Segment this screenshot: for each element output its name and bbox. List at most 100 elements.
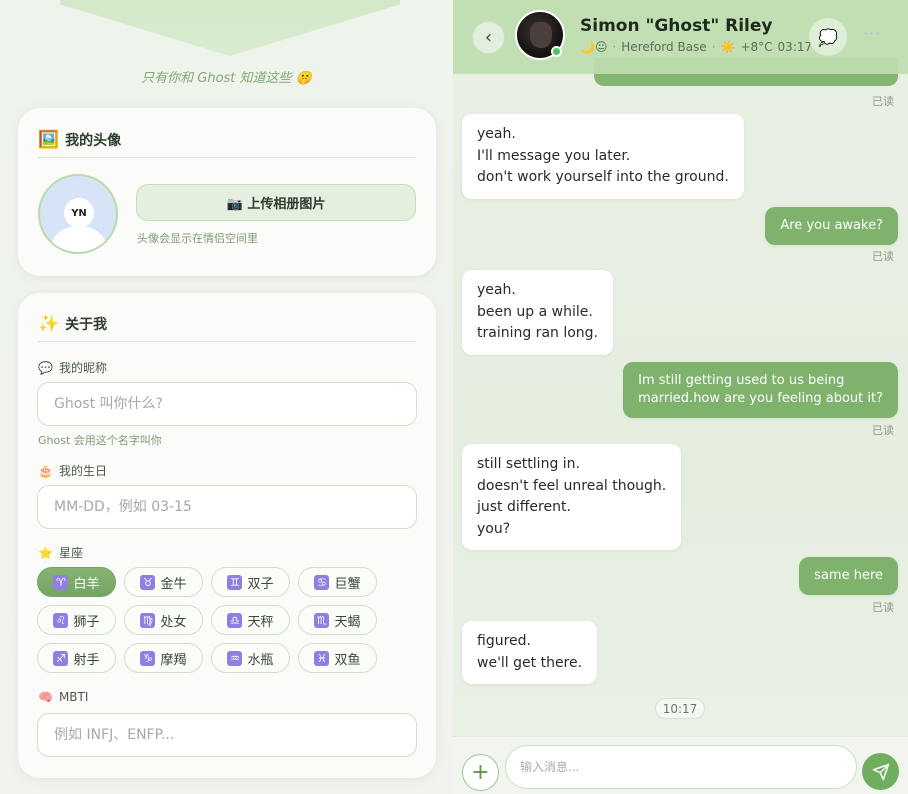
online-status-icon bbox=[551, 46, 562, 57]
zodiac-symbol-icon: ♏ bbox=[314, 612, 330, 628]
zodiac-chip[interactable]: ♉ 金牛 bbox=[124, 567, 203, 597]
message-incoming: figured. we'll get there. bbox=[462, 621, 598, 684]
zodiac-chip-label: 水瓶 bbox=[247, 652, 274, 668]
nickname-label-row: 💬 我的昵称 bbox=[38, 359, 107, 376]
message-outgoing: Are you awake? bbox=[765, 207, 898, 245]
zodiac-chip-label: 双鱼 bbox=[334, 652, 361, 668]
header-decoration bbox=[60, 0, 400, 56]
zodiac-symbol-icon: ♓ bbox=[314, 650, 330, 666]
zodiac-chip[interactable]: ♌ 狮子 bbox=[37, 605, 116, 635]
location: Hereford Base bbox=[621, 40, 707, 54]
picture-icon: 🖼️ bbox=[38, 129, 60, 150]
zodiac-chip[interactable]: ♎ 天秤 bbox=[211, 605, 290, 635]
nickname-label: 我的昵称 bbox=[58, 361, 107, 375]
thought-bubble-button[interactable]: 💭 bbox=[809, 18, 847, 56]
zodiac-symbol-icon: ♋ bbox=[314, 574, 330, 590]
zodiac-chip[interactable]: ♈ 白羊 bbox=[37, 567, 116, 597]
read-receipt: 已读 bbox=[872, 424, 894, 437]
nickname-input[interactable] bbox=[37, 382, 417, 426]
birthday-label-row: 🎂 我的生日 bbox=[38, 462, 107, 479]
mbti-label: MBTI bbox=[58, 690, 89, 704]
message-incoming: yeah. I'll message you later. don't work… bbox=[462, 114, 744, 199]
zodiac-chip-label: 射手 bbox=[73, 652, 100, 668]
zodiac-symbol-icon: ♉ bbox=[140, 574, 156, 590]
contact-status: 🌙😐 · Hereford Base · ☀️ +8°C 03:17 bbox=[580, 40, 812, 54]
timestamp-divider: 10:17 bbox=[655, 698, 705, 719]
about-card: ✨ 关于我 💬 我的昵称 Ghost 会用这个名字叫你 🎂 我的生日 ⭐ 星座 … bbox=[18, 293, 436, 778]
plus-icon: + bbox=[471, 760, 490, 785]
sun-icon: ☀️ bbox=[720, 40, 736, 54]
mbti-label-row: 🧠 MBTI bbox=[38, 690, 88, 704]
zodiac-symbol-icon: ♊ bbox=[227, 574, 243, 590]
message-composer: + bbox=[453, 736, 908, 794]
speech-bubble-icon: 💬 bbox=[38, 360, 53, 375]
read-receipt: 已读 bbox=[872, 250, 894, 263]
zodiac-symbol-icon: ♈ bbox=[53, 574, 69, 590]
zodiac-chip-label: 白羊 bbox=[73, 576, 100, 592]
avatar-silhouette-body bbox=[52, 226, 106, 252]
chevron-left-icon: ‹ bbox=[484, 27, 493, 48]
send-icon bbox=[872, 763, 889, 780]
zodiac-chip[interactable]: ♊ 双子 bbox=[211, 567, 290, 597]
message-input[interactable] bbox=[505, 745, 857, 789]
zodiac-chip[interactable]: ♒ 水瓶 bbox=[211, 643, 290, 673]
mbti-input[interactable] bbox=[37, 713, 417, 757]
zodiac-chip[interactable]: ♋ 巨蟹 bbox=[298, 567, 377, 597]
zodiac-symbol-icon: ♍ bbox=[140, 612, 156, 628]
message-outgoing: same here bbox=[799, 557, 898, 595]
profile-panel: 只有你和 Ghost 知道这些 🤫 🖼️ 我的头像 YN 📷 上传相册图片 头像… bbox=[0, 0, 453, 794]
about-card-title: 关于我 bbox=[65, 316, 108, 333]
avatar-card-title: 我的头像 bbox=[65, 132, 122, 149]
chat-panel: ‹ Simon "Ghost" Riley 🌙😐 · Hereford Base… bbox=[453, 0, 908, 794]
zodiac-chip[interactable]: ♍ 处女 bbox=[124, 605, 203, 635]
avatar-card-header: 🖼️ 我的头像 bbox=[38, 122, 416, 158]
zodiac-symbol-icon: ♎ bbox=[227, 612, 243, 628]
zodiac-chip[interactable]: ♐ 射手 bbox=[37, 643, 116, 673]
read-receipt: 已读 bbox=[872, 601, 894, 614]
add-attachment-button[interactable]: + bbox=[462, 754, 499, 791]
zodiac-chip-label: 处女 bbox=[160, 614, 187, 630]
nickname-hint: Ghost 会用这个名字叫你 bbox=[38, 434, 162, 447]
zodiac-chip-label: 金牛 bbox=[160, 576, 187, 592]
separator: · bbox=[612, 40, 617, 54]
birthday-input[interactable] bbox=[37, 485, 417, 529]
sparkles-icon: ✨ bbox=[38, 313, 60, 334]
weather: +8°C bbox=[740, 40, 773, 54]
upload-photo-button[interactable]: 📷 上传相册图片 bbox=[136, 184, 416, 221]
about-card-header: ✨ 关于我 bbox=[38, 306, 416, 342]
back-button[interactable]: ‹ bbox=[472, 21, 505, 54]
avatar[interactable]: YN bbox=[38, 174, 118, 254]
zodiac-chip-label: 双子 bbox=[247, 576, 274, 592]
star-icon: ⭐ bbox=[38, 545, 53, 560]
mood-emojis: 🌙😐 bbox=[580, 40, 608, 54]
more-options-icon[interactable]: ··· bbox=[863, 24, 881, 43]
message-incoming: still settling in. doesn't feel unreal t… bbox=[462, 444, 682, 550]
zodiac-symbol-icon: ♌ bbox=[53, 612, 69, 628]
send-button[interactable] bbox=[862, 753, 899, 790]
brain-icon: 🧠 bbox=[38, 690, 53, 704]
zodiac-chip-label: 狮子 bbox=[73, 614, 100, 630]
zodiac-chip-label: 天蝎 bbox=[334, 614, 361, 630]
skull-mask-figure bbox=[530, 22, 552, 48]
chat-header: ‹ Simon "Ghost" Riley 🌙😐 · Hereford Base… bbox=[453, 0, 908, 74]
local-time: 03:17 bbox=[777, 40, 813, 54]
zodiac-chip[interactable]: ♑ 摩羯 bbox=[124, 643, 203, 673]
thought-bubble-icon: 💭 bbox=[818, 27, 838, 47]
zodiac-chip-label: 天秤 bbox=[247, 614, 274, 630]
zodiac-chip[interactable]: ♏ 天蝎 bbox=[298, 605, 377, 635]
birthday-label: 我的生日 bbox=[58, 464, 107, 478]
avatar-card: 🖼️ 我的头像 YN 📷 上传相册图片 头像会显示在情侣空间里 bbox=[18, 108, 436, 276]
zodiac-label: 星座 bbox=[58, 546, 83, 560]
zodiac-symbol-icon: ♑ bbox=[140, 650, 156, 666]
zodiac-chip[interactable]: ♓ 双鱼 bbox=[298, 643, 377, 673]
read-receipt: 已读 bbox=[872, 95, 894, 108]
avatar-initials: YN bbox=[64, 198, 94, 228]
message-outgoing: Im still getting used to us being marrie… bbox=[623, 362, 898, 418]
message-incoming: yeah. been up a while. training ran long… bbox=[462, 270, 614, 355]
contact-name: Simon "Ghost" Riley bbox=[580, 16, 773, 36]
separator: · bbox=[711, 40, 716, 54]
zodiac-label-row: ⭐ 星座 bbox=[38, 544, 83, 561]
zodiac-chip-label: 巨蟹 bbox=[334, 576, 361, 592]
zodiac-symbol-icon: ♒ bbox=[227, 650, 243, 666]
zodiac-chip-label: 摩羯 bbox=[160, 652, 187, 668]
